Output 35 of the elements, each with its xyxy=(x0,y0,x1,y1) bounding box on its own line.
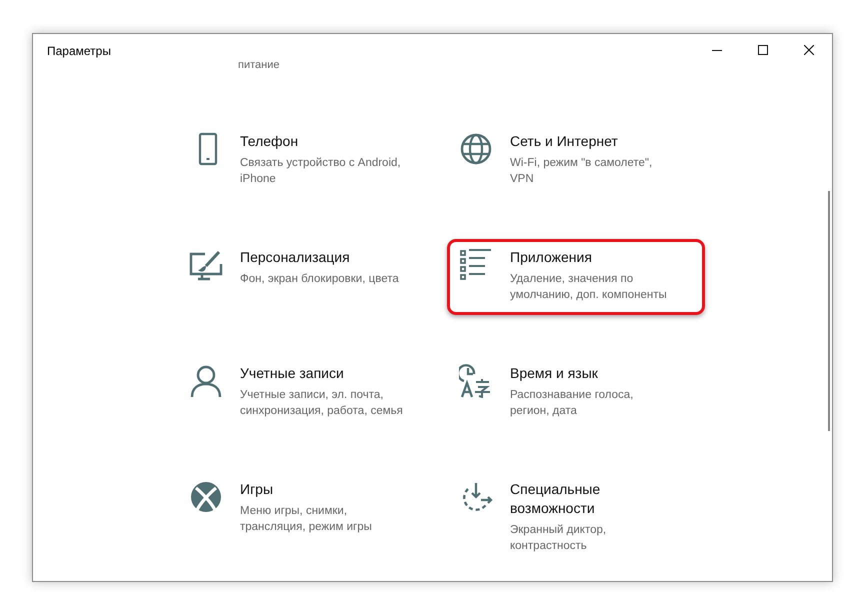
category-description: Wi-Fi, режим "в самолете", VPN xyxy=(510,156,652,187)
category-description: Распознавание голоса, регион, дата xyxy=(510,388,634,419)
category-description: Меню игры, снимки, трансляция, режим игры xyxy=(240,504,372,535)
category-description: питание xyxy=(237,59,280,71)
category-title: Игры xyxy=(240,480,274,499)
category-tile[interactable]: Игры Меню игры, снимки, трансляция, режим игры xyxy=(177,471,435,565)
xbox-icon xyxy=(189,480,223,514)
category-title: Телефон xyxy=(240,132,300,151)
category-tile[interactable]: Время и язык Распознавание голоса, регион, дата xyxy=(447,355,705,431)
window-title: Параметры xyxy=(46,42,111,58)
category-tile[interactable]: Специальные возможности Экранный диктор, контрастность xyxy=(447,471,705,565)
category-title: Персонализация xyxy=(240,248,351,267)
category-description: Экранный диктор, контрастность xyxy=(510,523,606,554)
category-tile[interactable]: Приложения Удаление, значения по умолчанию, доп. компоненты xyxy=(447,239,705,315)
scrollbar[interactable] xyxy=(828,191,830,431)
monitor-brush-icon xyxy=(189,248,223,282)
category-title: Время и язык xyxy=(510,364,599,383)
person-icon xyxy=(189,364,223,398)
list-icon xyxy=(459,248,493,282)
category-description: Учетные записи, эл. почта, синхронизация, работа, семья xyxy=(240,388,403,419)
category-tile[interactable]: Учетные записи Учетные записи, эл. почта, синхронизация, работа, семья xyxy=(177,355,435,431)
category-tile[interactable]: Персонализация Фон, экран блокировки, цвета xyxy=(177,239,435,315)
category-description: Связать устройство с Android, iPhone xyxy=(240,156,401,187)
category-title: Специальные возможности xyxy=(510,480,602,518)
category-description: Удаление, значения по умолчанию, доп. компоненты xyxy=(510,272,667,303)
clock-character-icon xyxy=(459,364,493,398)
maximize-icon xyxy=(758,44,768,54)
category-title: Сеть и Интернет xyxy=(510,132,619,151)
category-title: Учетные записи xyxy=(240,364,345,383)
close-icon xyxy=(804,44,814,54)
category-tile[interactable]: Сеть и Интернет Wi-Fi, режим "в самолете", VPN xyxy=(447,123,705,199)
category-description: Фон, экран блокировки, цвета xyxy=(240,272,399,287)
category-title: Приложения xyxy=(510,248,593,267)
category-tile[interactable]: Телефон Связать устройство с Android, iPhone xyxy=(177,123,435,199)
globe-icon xyxy=(459,132,493,166)
